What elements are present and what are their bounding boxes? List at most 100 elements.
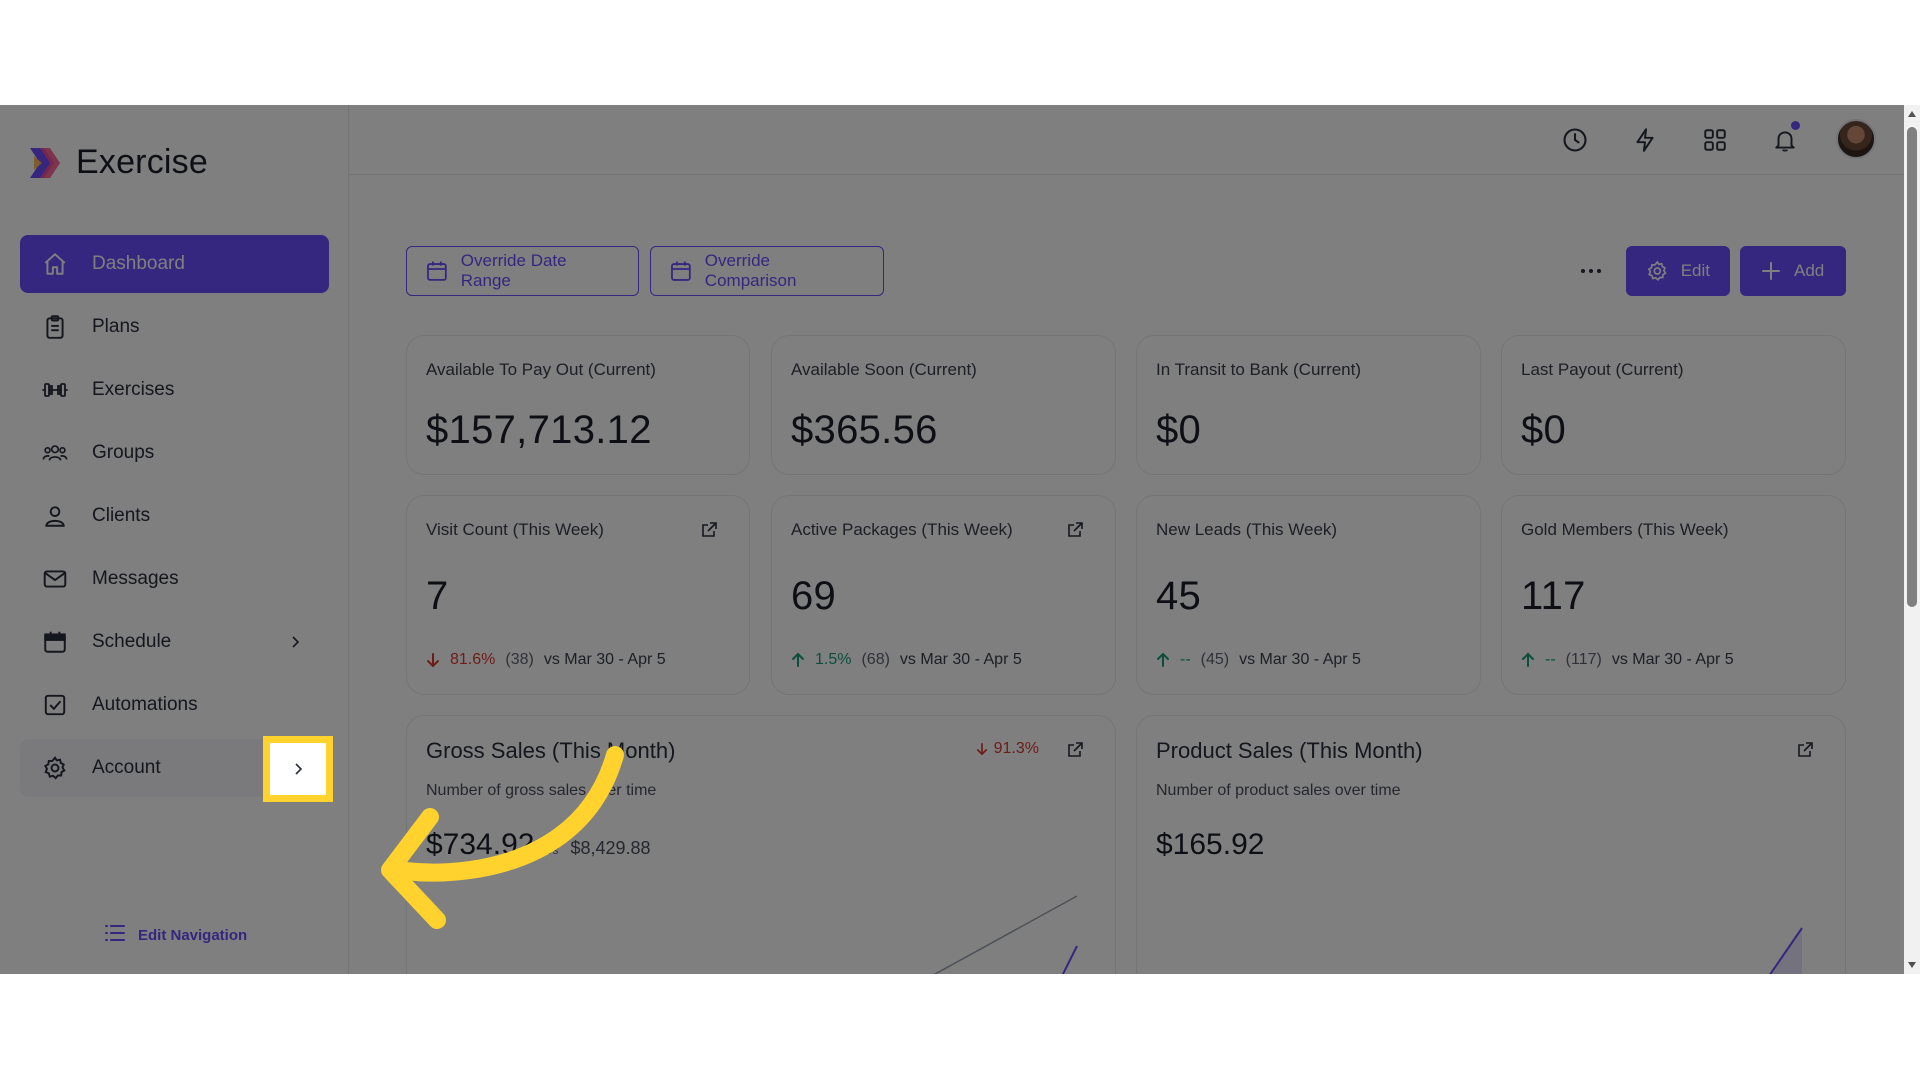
trend-row: -- (117) vs Mar 30 - Apr 5	[1521, 651, 1734, 669]
sidebar-item-label: Messages	[92, 568, 179, 589]
notification-bell-icon[interactable]	[1768, 121, 1802, 157]
sidebar-item-clients[interactable]: Clients	[20, 487, 329, 545]
external-link-icon[interactable]	[1065, 520, 1085, 540]
trend-previous: (68)	[861, 651, 890, 668]
trend-change: --	[1180, 651, 1191, 668]
plus-icon	[1762, 262, 1780, 280]
stat-card-last-payout[interactable]: Last Payout (Current) $0	[1501, 335, 1846, 475]
sidebar-item-plans[interactable]: Plans	[20, 298, 329, 356]
sidebar-item-label: Account	[92, 757, 161, 778]
override-comparison-button[interactable]: Override Comparison	[650, 246, 884, 296]
sidebar-item-label: Schedule	[92, 631, 172, 652]
edit-navigation-label: Edit Navigation	[138, 927, 248, 944]
edit-navigation-link[interactable]: Edit Navigation	[104, 923, 247, 948]
card-title: Active Packages (This Week)	[791, 520, 1013, 539]
checkbox-icon	[42, 692, 68, 718]
trend-change-value: 91.3%	[993, 740, 1039, 757]
card-subtitle: Number of product sales over time	[1156, 782, 1401, 799]
week-card-new-leads[interactable]: New Leads (This Week) 45 -- (45) vs Mar …	[1136, 495, 1481, 695]
external-link-icon[interactable]	[1065, 740, 1085, 760]
users-group-icon	[42, 440, 68, 466]
sidebar-item-messages[interactable]: Messages	[20, 550, 329, 608]
stat-card-available-to-pay-out[interactable]: Available To Pay Out (Current) $157,713.…	[406, 335, 750, 475]
arrow-down-icon	[976, 742, 987, 756]
chevron-right-icon[interactable]	[285, 632, 305, 652]
override-comparison-label: Override Comparison	[704, 251, 797, 290]
apps-grid-icon[interactable]	[1698, 123, 1732, 157]
avatar[interactable]	[1836, 119, 1876, 159]
notification-dot	[1791, 121, 1800, 130]
sidebar-item-groups[interactable]: Groups	[20, 424, 329, 482]
sidebar-item-schedule[interactable]: Schedule	[20, 613, 329, 671]
edit-label: Edit	[1680, 261, 1710, 280]
edit-button[interactable]: Edit	[1626, 246, 1730, 296]
exercise-logo-icon	[24, 144, 62, 182]
trend-comparison: vs Mar 30 - Apr 5	[899, 651, 1022, 668]
sidebar-item-label: Groups	[92, 442, 155, 463]
trend-previous: (45)	[1200, 651, 1230, 668]
amount-comparison: $8,429.88	[570, 838, 651, 858]
screen: Exercise Dashboard Plans Exercises Group…	[0, 105, 1920, 974]
trend-previous: (117)	[1565, 651, 1602, 668]
external-link-icon[interactable]	[699, 520, 719, 540]
card-value: $0	[1521, 408, 1567, 452]
account-expand-highlight[interactable]	[263, 736, 333, 802]
amount-value: $165.92	[1156, 828, 1265, 861]
calendar-icon	[427, 261, 447, 281]
brand[interactable]: Exercise	[24, 143, 208, 182]
trend-comparison: vs Mar 30 - Apr 5	[1239, 651, 1361, 668]
vertical-scrollbar[interactable]	[1904, 105, 1920, 974]
override-date-range-label: Override Date Range	[460, 251, 567, 290]
calendar-icon	[671, 261, 691, 281]
trend-change: 91.3%	[976, 740, 1039, 758]
sidebar: Exercise Dashboard Plans Exercises Group…	[0, 105, 349, 974]
card-value: $365.56	[791, 408, 938, 452]
amount-vs: vs	[546, 843, 559, 857]
scroll-down-icon[interactable]	[1907, 960, 1917, 970]
app-name: Exercise	[76, 143, 208, 181]
sidebar-item-label: Automations	[92, 694, 198, 715]
sidebar-item-label: Exercises	[92, 379, 175, 400]
amount-value: $734.92	[426, 828, 535, 861]
scroll-thumb[interactable]	[1907, 127, 1917, 607]
sales-trend-line	[933, 895, 1078, 974]
trend-row: -- (45) vs Mar 30 - Apr 5	[1156, 651, 1361, 669]
trend-comparison: vs Mar 30 - Apr 5	[543, 651, 666, 668]
gear-icon	[42, 755, 68, 781]
gross-sales-card[interactable]: Gross Sales (This Month) 91.3% Number of…	[406, 715, 1116, 974]
arrow-up-icon	[792, 652, 804, 667]
calendar-icon	[42, 629, 68, 655]
trend-change: 1.5%	[815, 651, 852, 668]
stat-card-in-transit[interactable]: In Transit to Bank (Current) $0	[1136, 335, 1481, 475]
add-button[interactable]: Add	[1740, 246, 1846, 296]
card-title: New Leads (This Week)	[1156, 520, 1338, 539]
external-link-icon[interactable]	[1795, 740, 1815, 760]
scroll-up-icon[interactable]	[1907, 109, 1917, 119]
history-clock-icon[interactable]	[1558, 123, 1592, 157]
sidebar-item-exercises[interactable]: Exercises	[20, 361, 329, 419]
app-window: Exercise Dashboard Plans Exercises Group…	[0, 105, 1920, 974]
card-title: In Transit to Bank (Current)	[1156, 360, 1362, 379]
product-sales-card[interactable]: Product Sales (This Month) Number of pro…	[1136, 715, 1846, 974]
stat-card-available-soon[interactable]: Available Soon (Current) $365.56	[771, 335, 1116, 475]
arrow-down-icon	[427, 653, 439, 668]
top-bar	[349, 105, 1904, 175]
week-card-gold-members[interactable]: Gold Members (This Week) 117 -- (117) vs…	[1501, 495, 1846, 695]
trend-row: 1.5% (68) vs Mar 30 - Apr 5	[791, 651, 1022, 669]
home-icon	[42, 251, 68, 277]
sidebar-item-dashboard[interactable]: Dashboard	[20, 235, 329, 293]
more-options-icon[interactable]	[1578, 259, 1604, 283]
card-title: Available Soon (Current)	[791, 360, 977, 379]
card-title: Gross Sales (This Month)	[426, 738, 676, 763]
sidebar-nav: Dashboard Plans Exercises Groups Clients…	[20, 235, 329, 802]
lightning-icon[interactable]	[1628, 123, 1662, 157]
week-card-active-packages[interactable]: Active Packages (This Week) 69 1.5% (68)…	[771, 495, 1116, 695]
card-value: 45	[1156, 574, 1202, 618]
sales-trend-line	[1769, 927, 1803, 974]
override-date-range-button[interactable]: Override Date Range	[406, 246, 639, 296]
card-value: $157,713.12	[426, 408, 652, 452]
sidebar-item-automations[interactable]: Automations	[20, 676, 329, 734]
card-title: Gold Members (This Week)	[1521, 520, 1729, 539]
week-card-visit-count[interactable]: Visit Count (This Week) 7 81.6% (38) vs …	[406, 495, 750, 695]
trend-row: 81.6% (38) vs Mar 30 - Apr 5	[426, 651, 666, 669]
